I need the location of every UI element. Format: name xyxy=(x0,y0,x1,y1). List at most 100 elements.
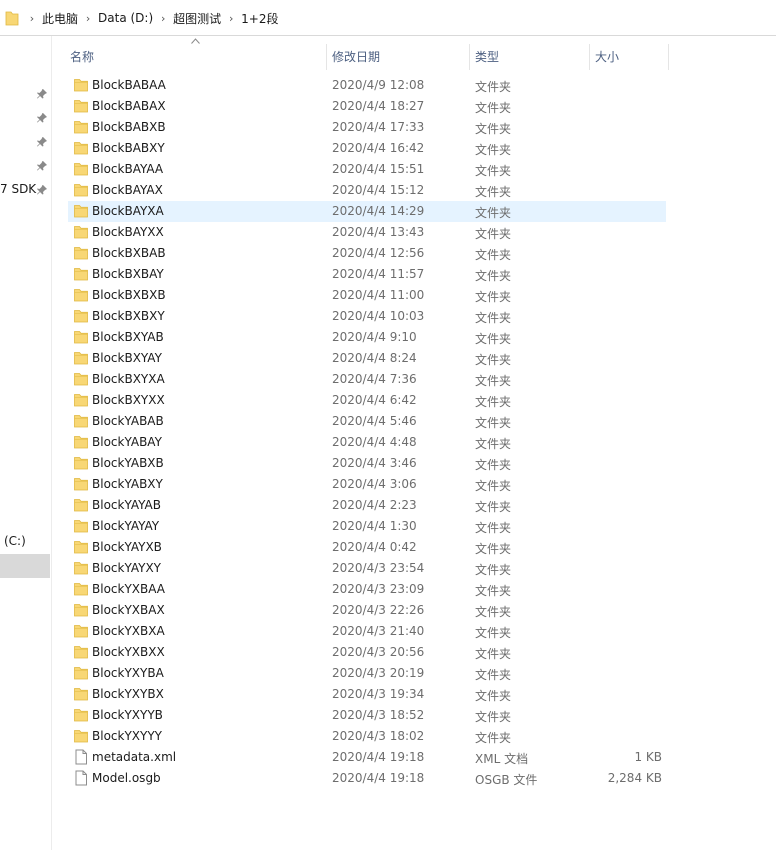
folder-row[interactable]: BlockYABAB 2020/4/4 5:46 文件夹 xyxy=(68,411,666,432)
folder-row[interactable]: BlockYAYXB 2020/4/4 0:42 文件夹 xyxy=(68,537,666,558)
folder-row[interactable]: BlockYABXY 2020/4/4 3:06 文件夹 xyxy=(68,474,666,495)
file-type: 文件夹 xyxy=(475,437,512,451)
chevron-right-icon[interactable]: › xyxy=(153,12,173,25)
folder-icon xyxy=(73,182,89,198)
folder-row[interactable]: BlockBXYAB 2020/4/4 9:10 文件夹 xyxy=(68,327,666,348)
folder-row[interactable]: BlockYXBXA 2020/4/3 21:40 文件夹 xyxy=(68,621,666,642)
file-type: 文件夹 xyxy=(475,605,512,619)
folder-row[interactable]: BlockYXBAX 2020/4/3 22:26 文件夹 xyxy=(68,600,666,621)
file-row[interactable]: metadata.xml 2020/4/4 19:18 XML 文档 1 KB xyxy=(68,747,666,768)
folder-icon xyxy=(73,119,89,135)
modified-date: 2020/4/4 18:27 xyxy=(332,99,425,113)
folder-row[interactable]: BlockBXBXB 2020/4/4 11:00 文件夹 xyxy=(68,285,666,306)
folder-row[interactable]: BlockYXBAA 2020/4/3 23:09 文件夹 xyxy=(68,579,666,600)
folder-row[interactable]: BlockBAYAA 2020/4/4 15:51 文件夹 xyxy=(68,159,666,180)
folder-row[interactable]: BlockYXYYB 2020/4/3 18:52 文件夹 xyxy=(68,705,666,726)
column-header-type[interactable]: 类型 xyxy=(475,48,499,65)
nav-item-sdk[interactable]: 7 SDK xyxy=(0,182,36,196)
pin-icon[interactable] xyxy=(36,160,48,172)
folder-row[interactable]: BlockYXYBX 2020/4/3 19:34 文件夹 xyxy=(68,684,666,705)
folder-icon xyxy=(73,203,89,219)
folder-row[interactable]: BlockYXYBA 2020/4/3 20:19 文件夹 xyxy=(68,663,666,684)
file-name: BlockBXBXB xyxy=(92,288,166,302)
folder-row[interactable]: BlockBABAX 2020/4/4 18:27 文件夹 xyxy=(68,96,666,117)
sort-ascending-icon xyxy=(191,38,200,44)
chevron-right-icon[interactable]: › xyxy=(78,12,98,25)
column-header-date[interactable]: 修改日期 xyxy=(332,48,380,65)
folder-row[interactable]: BlockBAYAX 2020/4/4 15:12 文件夹 xyxy=(68,180,666,201)
file-type: 文件夹 xyxy=(475,206,512,220)
folder-row[interactable]: BlockBAYXX 2020/4/4 13:43 文件夹 xyxy=(68,222,666,243)
breadcrumb-data-drive[interactable]: Data (D:) xyxy=(98,11,153,25)
pin-icon[interactable] xyxy=(36,136,48,148)
file-type: 文件夹 xyxy=(475,227,512,241)
folder-row[interactable]: BlockYABXB 2020/4/4 3:46 文件夹 xyxy=(68,453,666,474)
file-name: metadata.xml xyxy=(92,750,177,764)
folder-row[interactable]: BlockBXYAY 2020/4/4 8:24 文件夹 xyxy=(68,348,666,369)
column-header-size[interactable]: 大小 xyxy=(595,48,619,65)
file-type: 文件夹 xyxy=(475,689,512,703)
file-type: 文件夹 xyxy=(475,584,512,598)
folder-row[interactable]: BlockBABAA 2020/4/9 12:08 文件夹 xyxy=(68,75,666,96)
chevron-right-icon[interactable]: › xyxy=(22,12,42,25)
file-icon xyxy=(73,749,89,765)
folder-icon xyxy=(73,350,89,366)
address-bar[interactable]: › 此电脑 › Data (D:) › 超图测试 › 1+2段 xyxy=(0,0,776,36)
file-type: 文件夹 xyxy=(475,353,512,367)
folder-row[interactable]: BlockYXYYY 2020/4/3 18:02 文件夹 xyxy=(68,726,666,747)
folder-icon xyxy=(73,686,89,702)
folder-row[interactable]: BlockBXYXA 2020/4/4 7:36 文件夹 xyxy=(68,369,666,390)
folder-row[interactable]: BlockBXBXY 2020/4/4 10:03 文件夹 xyxy=(68,306,666,327)
file-name: BlockYAYAY xyxy=(92,519,160,533)
folder-row[interactable]: BlockBXYXX 2020/4/4 6:42 文件夹 xyxy=(68,390,666,411)
navigation-pane[interactable]: 7 SDK (C:) xyxy=(0,36,52,850)
pin-icon[interactable] xyxy=(36,88,48,100)
file-type: 文件夹 xyxy=(475,311,512,325)
file-list: BlockBABAA 2020/4/9 12:08 文件夹 BlockBABAX 202… xyxy=(68,75,666,789)
modified-date: 2020/4/4 3:06 xyxy=(332,477,417,491)
modified-date: 2020/4/4 11:57 xyxy=(332,267,425,281)
folder-row[interactable]: BlockYXBXX 2020/4/3 20:56 文件夹 xyxy=(68,642,666,663)
file-name: BlockYXBAA xyxy=(92,582,165,596)
file-row[interactable]: Model.osgb 2020/4/4 19:18 OSGB 文件 2,284 KB xyxy=(68,768,666,789)
breadcrumb-current-folder[interactable]: 1+2段 xyxy=(241,10,278,27)
modified-date: 2020/4/4 4:48 xyxy=(332,435,417,449)
breadcrumb-this-pc[interactable]: 此电脑 xyxy=(42,10,78,27)
modified-date: 2020/4/4 0:42 xyxy=(332,540,417,554)
file-type: 文件夹 xyxy=(475,542,512,556)
pin-icon[interactable] xyxy=(36,184,48,196)
modified-date: 2020/4/4 15:51 xyxy=(332,162,425,176)
column-divider[interactable] xyxy=(668,44,669,70)
modified-date: 2020/4/4 9:10 xyxy=(332,330,417,344)
column-divider[interactable] xyxy=(326,44,327,70)
breadcrumb-folder-test[interactable]: 超图测试 xyxy=(173,10,221,27)
file-icon xyxy=(73,770,89,786)
modified-date: 2020/4/4 11:00 xyxy=(332,288,425,302)
folder-row[interactable]: BlockYAYAB 2020/4/4 2:23 文件夹 xyxy=(68,495,666,516)
folder-row[interactable]: BlockBXBAY 2020/4/4 11:57 文件夹 xyxy=(68,264,666,285)
folder-icon xyxy=(73,371,89,387)
file-type: 文件夹 xyxy=(475,290,512,304)
folder-row[interactable]: BlockBABXB 2020/4/4 17:33 文件夹 xyxy=(68,117,666,138)
modified-date: 2020/4/4 17:33 xyxy=(332,120,425,134)
file-type: 文件夹 xyxy=(475,479,512,493)
column-divider[interactable] xyxy=(589,44,590,70)
folder-row[interactable]: BlockBABXY 2020/4/4 16:42 文件夹 xyxy=(68,138,666,159)
folder-row[interactable]: BlockBAYXA 2020/4/4 14:29 文件夹 xyxy=(68,201,666,222)
nav-selected-item[interactable] xyxy=(0,554,50,578)
column-header-name[interactable]: 名称 xyxy=(70,48,94,65)
folder-row[interactable]: BlockYAYAY 2020/4/4 1:30 文件夹 xyxy=(68,516,666,537)
modified-date: 2020/4/4 13:43 xyxy=(332,225,425,239)
folder-row[interactable]: BlockYABAY 2020/4/4 4:48 文件夹 xyxy=(68,432,666,453)
file-type: 文件夹 xyxy=(475,710,512,724)
folder-row[interactable]: BlockYAYXY 2020/4/3 23:54 文件夹 xyxy=(68,558,666,579)
file-type: OSGB 文件 xyxy=(475,773,538,787)
pin-icon[interactable] xyxy=(36,112,48,124)
column-divider[interactable] xyxy=(469,44,470,70)
file-type: 文件夹 xyxy=(475,374,512,388)
folder-row[interactable]: BlockBXBAB 2020/4/4 12:56 文件夹 xyxy=(68,243,666,264)
nav-item-drive-c[interactable]: (C:) xyxy=(4,534,26,548)
chevron-right-icon[interactable]: › xyxy=(221,12,241,25)
file-name: BlockBABAX xyxy=(92,99,166,113)
folder-icon xyxy=(73,560,89,576)
